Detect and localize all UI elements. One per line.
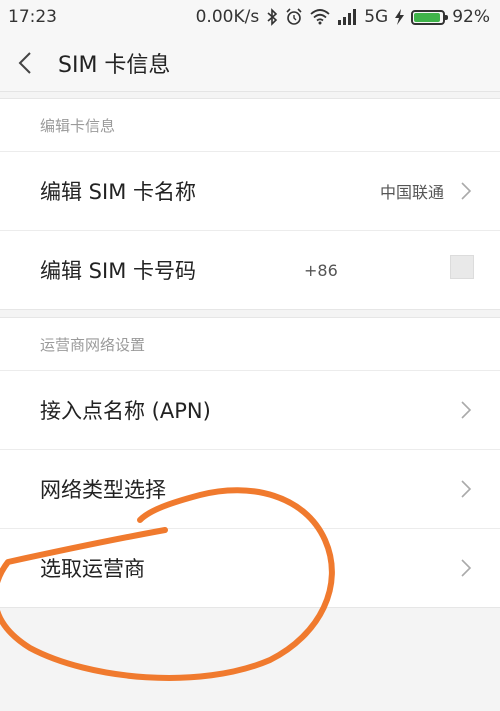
row-label: 选取运营商	[40, 557, 145, 581]
select-operator-row[interactable]: 选取运营商	[0, 528, 500, 607]
placeholder-box	[450, 255, 474, 279]
sim-number-value: +86	[304, 260, 338, 280]
signal-icon	[337, 9, 357, 25]
battery-percent: 92%	[452, 7, 490, 27]
chevron-right-icon	[460, 479, 472, 499]
wifi-icon	[310, 9, 330, 25]
chevron-right-icon	[460, 181, 472, 201]
bluetooth-icon	[266, 8, 278, 26]
chevron-right-icon	[460, 400, 472, 420]
charging-icon	[395, 9, 405, 25]
section-header: 运营商网络设置	[40, 335, 146, 354]
battery-icon	[411, 9, 449, 25]
row-label: 网络类型选择	[40, 478, 166, 502]
edit-sim-number-row[interactable]: 编辑 SIM 卡号码 +86	[0, 230, 500, 309]
row-value: 中国联通	[379, 183, 444, 202]
status-bar: 17:23 0.00K/s 5G 92%	[0, 0, 500, 34]
row-label: 接入点名称 (APN)	[40, 399, 211, 423]
network-settings-group: 运营商网络设置 接入点名称 (APN) 网络类型选择 选取运营商	[0, 317, 500, 608]
row-label: 编辑 SIM 卡号码	[40, 259, 196, 283]
alarm-icon	[285, 8, 303, 26]
back-icon[interactable]	[0, 34, 50, 92]
chevron-right-icon	[460, 558, 472, 578]
battery-fill	[414, 12, 440, 22]
status-time: 17:23	[8, 7, 57, 27]
apn-row[interactable]: 接入点名称 (APN)	[0, 370, 500, 449]
card-info-group: 编辑卡信息 编辑 SIM 卡名称 中国联通 编辑 SIM 卡号码 +86	[0, 98, 500, 310]
net-speed: 0.00K/s	[195, 7, 260, 27]
status-icons: 0.00K/s 5G 92%	[196, 7, 490, 27]
row-label: 编辑 SIM 卡名称	[40, 180, 196, 204]
page-title: SIM 卡信息	[58, 52, 171, 78]
row-value-group: 中国联通	[380, 179, 472, 203]
edit-sim-name-row[interactable]: 编辑 SIM 卡名称 中国联通	[0, 151, 500, 230]
title-bar: SIM 卡信息	[0, 34, 500, 92]
network-type-row[interactable]: 网络类型选择	[0, 449, 500, 528]
section-header: 编辑卡信息	[40, 116, 116, 135]
network-type: 5G	[364, 7, 389, 27]
